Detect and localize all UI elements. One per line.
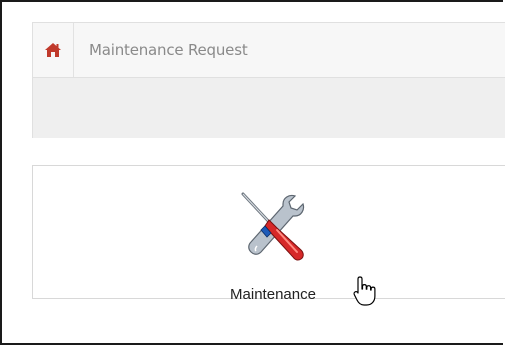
- breadcrumb: Maintenance Request: [32, 22, 505, 78]
- hand-cursor-icon: [353, 276, 376, 306]
- page-title: Maintenance Request: [89, 41, 248, 59]
- toolbar-area: [32, 78, 505, 138]
- tools-icon: [241, 192, 305, 261]
- app-tiles-panel: Maintenance: [32, 165, 505, 303]
- home-button[interactable]: [33, 23, 74, 77]
- maintenance-tile[interactable]: Maintenance: [208, 186, 338, 303]
- home-icon: [45, 43, 61, 57]
- maintenance-label: Maintenance: [230, 286, 316, 303]
